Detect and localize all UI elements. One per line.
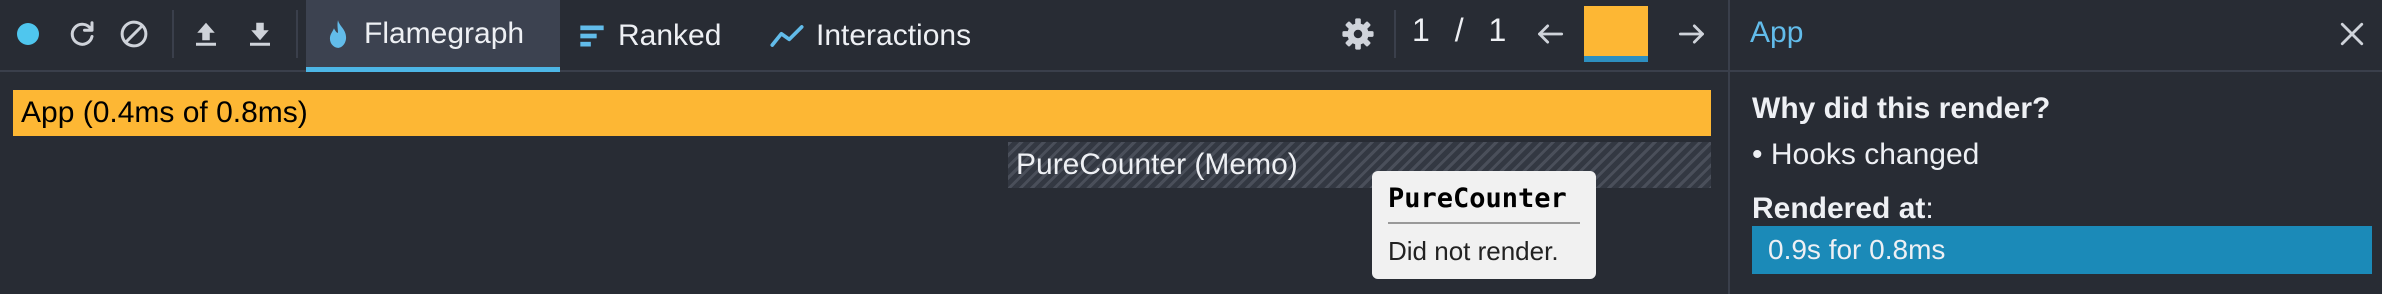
tab-interactions[interactable]: Interactions [770,0,971,72]
commit-total: 1 [1488,12,1508,48]
tab-ranked[interactable]: Ranked [578,0,721,72]
flamegraph-node-purecounter[interactable]: PureCounter (Memo) [1008,142,1711,188]
node-tooltip: PureCounter Did not render. [1372,171,1596,279]
tooltip-body: Did not render. [1388,236,1559,266]
commit-timing: 0.9s for 0.8ms [1768,234,1946,265]
tooltip-title: PureCounter [1388,183,1580,224]
sidebar-header: App [1730,0,2382,72]
record-dot-icon[interactable] [8,14,48,54]
arrow-left-icon[interactable] [1530,14,1570,54]
arrow-right-icon[interactable] [1672,14,1712,54]
rendered-at-colon: : [1925,192,1934,225]
profiler-app: Flamegraph Ranked Interactions 1 / 1 App… [0,0,2382,294]
tab-label: Interactions [816,19,972,52]
toolbar-divider [1394,10,1396,58]
gear-icon[interactable] [1338,14,1378,54]
profiler-toolbar: Flamegraph Ranked Interactions 1 / 1 [0,0,1728,72]
tab-flamegraph[interactable]: Flamegraph [306,0,560,72]
render-reason: • Hooks changed [1752,138,1980,171]
commit-separator: / [1454,12,1465,48]
flamegraph-chart: App (0.4ms of 0.8ms) PureCounter (Memo) … [0,74,1728,294]
interactions-line-icon [770,25,804,47]
sidebar-title: App [1750,16,1804,49]
tab-label: Flamegraph [364,16,525,50]
close-icon[interactable] [2332,14,2372,54]
commit-pager: 1 / 1 [1412,12,1507,49]
node-label: PureCounter (Memo) [1016,148,1298,181]
clear-icon[interactable] [114,14,154,54]
flamegraph-node-app[interactable]: App (0.4ms of 0.8ms) [13,90,1711,136]
upload-icon[interactable] [186,14,226,54]
rendered-at-heading: Rendered at: [1752,192,1934,226]
download-icon[interactable] [240,14,280,54]
ranked-bars-icon [580,25,604,47]
rendered-at-label: Rendered at [1752,192,1926,225]
details-sidebar: App Why did this render? • Hooks changed… [1728,0,2382,294]
node-label: App (0.4ms of 0.8ms) [21,96,308,129]
toolbar-divider [172,10,174,58]
profiler-main-panel: Flamegraph Ranked Interactions 1 / 1 App… [0,0,1728,294]
flame-icon [329,19,347,48]
toolbar-divider [296,10,298,58]
commit-current: 1 [1412,12,1431,48]
reload-icon[interactable] [62,14,102,54]
why-heading: Why did this render? [1752,92,2051,125]
tab-label: Ranked [618,19,722,52]
rendered-commit-row[interactable]: 0.9s for 0.8ms [1752,226,2372,274]
commit-bar-selected[interactable] [1584,6,1648,62]
